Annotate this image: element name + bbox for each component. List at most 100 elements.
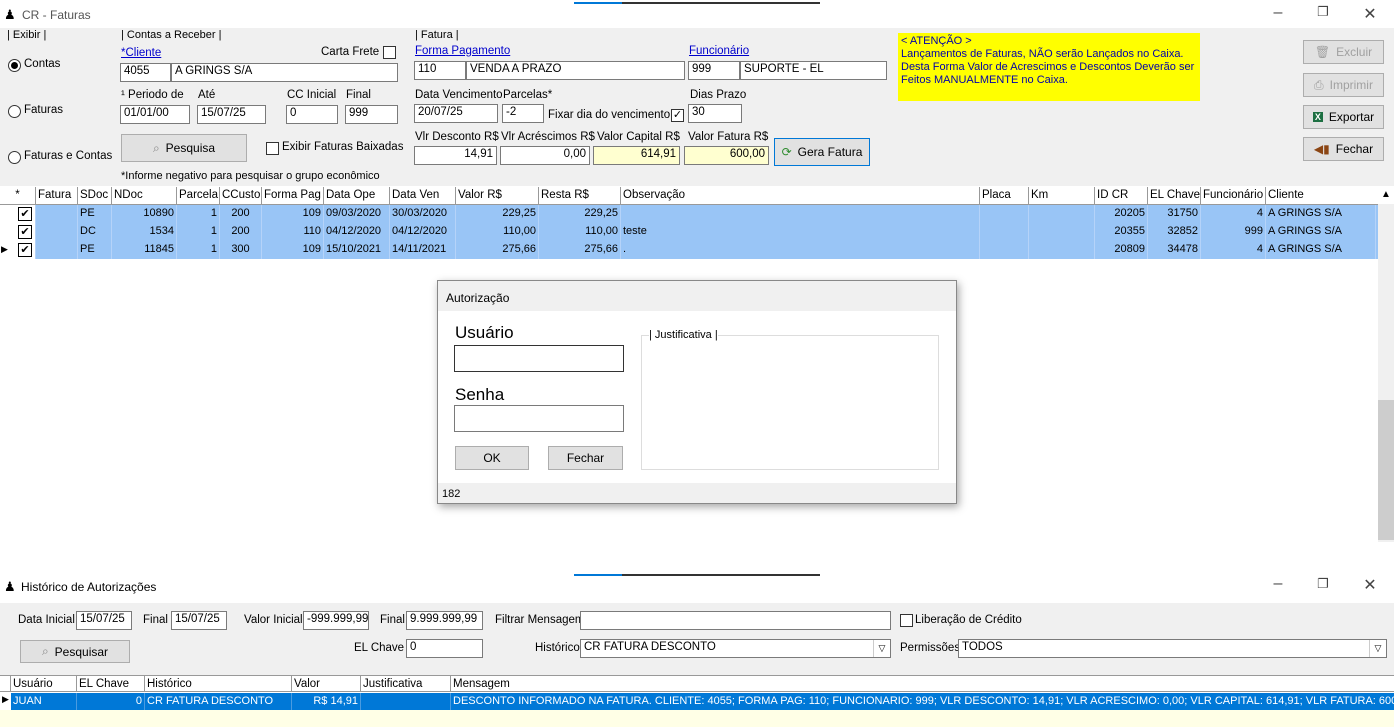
senha-input[interactable]	[454, 405, 624, 432]
col-data-ven[interactable]: Data Ven	[390, 187, 456, 204]
cc-inicial-input[interactable]: 0	[286, 105, 338, 124]
hist-permissoes-select[interactable]: TODOS ▽	[958, 639, 1387, 658]
cliente-code-input[interactable]: 4055	[120, 63, 171, 82]
col-el-chave[interactable]: EL Chave	[1148, 187, 1201, 204]
dialog-fechar-button[interactable]: Fechar	[548, 446, 623, 470]
hist-col-el-chave[interactable]: EL Chave	[77, 676, 145, 691]
exportar-button[interactable]: X Exportar	[1303, 105, 1384, 129]
row-selector[interactable]: ✔	[0, 223, 36, 241]
hist-col-usuario[interactable]: Usuário	[11, 676, 77, 691]
hist-col-mensagem[interactable]: Mensagem	[451, 676, 1394, 691]
hist-col-valor[interactable]: Valor	[292, 676, 361, 691]
hist-historico-select[interactable]: CR FATURA DESCONTO ▽	[580, 639, 891, 658]
grid-scrollbar[interactable]	[1378, 204, 1394, 542]
ok-button[interactable]: OK	[455, 446, 529, 470]
col-km[interactable]: Km	[1029, 187, 1095, 204]
table-row[interactable]: ✔ DC 1534 1 200 110 04/12/2020 04/12/2020 110,00…	[0, 223, 1378, 241]
hist-filtrar-input[interactable]	[580, 611, 891, 630]
hist-table-row[interactable]: JUAN 0 CR FATURA DESCONTO R$ 14,91 DESCO…	[11, 693, 1394, 710]
data-venc-input[interactable]: 20/07/25	[414, 104, 498, 123]
row-selector[interactable]: ✔	[0, 205, 36, 223]
forma-name-input[interactable]: VENDA A PRAZO	[466, 61, 685, 80]
col-fatura[interactable]: Fatura	[36, 187, 78, 204]
col-sdoc[interactable]: SDoc	[78, 187, 112, 204]
col-placa[interactable]: Placa	[980, 187, 1029, 204]
close-icon[interactable]: ✕	[1355, 4, 1385, 24]
table-row[interactable]: ✔ PE 10890 1 200 109 09/03/2020 30/03/2020 229,2…	[0, 205, 1378, 223]
col-funcionario[interactable]: Funcionário	[1201, 187, 1266, 204]
col-valor[interactable]: Valor R$	[456, 187, 539, 204]
cliente-link[interactable]: *Cliente	[121, 47, 161, 59]
radio-faturas-contas[interactable]	[8, 151, 21, 164]
col-cliente[interactable]: Cliente	[1266, 187, 1376, 204]
grid-scrollbar-thumb[interactable]	[1378, 400, 1394, 540]
row-selector[interactable]: ▶ ✔	[0, 241, 36, 259]
hist-filtrar-label: Filtrar Mensagem	[495, 614, 585, 626]
cliente-name-input[interactable]: A GRINGS S/A	[171, 63, 398, 82]
exibir-baixadas-checkbox[interactable]	[266, 142, 279, 155]
col-observacao[interactable]: Observação	[621, 187, 980, 204]
cc-final-input[interactable]: 999	[345, 105, 398, 124]
gera-fatura-button[interactable]: ⟳ Gera Fatura	[774, 138, 870, 166]
hist-restore-icon[interactable]: ❐	[1308, 576, 1338, 592]
col-data-ope[interactable]: Data Ope	[324, 187, 390, 204]
chevron-down-icon[interactable]: ▽	[873, 640, 890, 657]
imprimir-button[interactable]: ⎙ Imprimir	[1303, 73, 1384, 97]
func-name-input[interactable]: SUPORTE - EL	[740, 61, 887, 80]
fechar-button[interactable]: ◀▮ Fechar	[1303, 137, 1384, 161]
usuario-label: Usuário	[455, 323, 514, 342]
row-checkbox[interactable]: ✔	[18, 207, 32, 221]
hist-data-final-input[interactable]: 15/07/25	[171, 611, 227, 630]
hist-el-chave-input[interactable]: 0	[406, 639, 483, 658]
dias-prazo-input[interactable]: 30	[688, 104, 742, 123]
hist-pesquisar-button[interactable]: ⌕ Pesquisar	[20, 640, 130, 663]
hist-minimize-icon[interactable]: –	[1263, 575, 1293, 593]
col-resta[interactable]: Resta R$	[539, 187, 621, 204]
justificativa-box[interactable]	[641, 335, 939, 470]
hist-close-icon[interactable]: ✕	[1355, 575, 1385, 595]
title-accent	[574, 2, 622, 4]
exibir-baixadas-label: Exibir Faturas Baixadas	[282, 141, 404, 153]
col-ndoc[interactable]: NDoc	[112, 187, 177, 204]
col-ccusto[interactable]: CCusto	[220, 187, 262, 204]
forma-pagamento-link[interactable]: Forma Pagamento	[415, 45, 510, 57]
usuario-input[interactable]	[454, 345, 624, 372]
vlr-acrescimos-input[interactable]: 0,00	[500, 146, 590, 165]
carta-frete-checkbox[interactable]	[383, 46, 396, 59]
hist-valor-inicial-input[interactable]: -999.999,99	[303, 611, 369, 630]
ate-input[interactable]: 15/07/25	[197, 105, 266, 124]
col-star[interactable]: *	[0, 187, 36, 204]
hist-valor-final-input[interactable]: 9.999.999,99	[406, 611, 483, 630]
cell-func: 4	[1201, 241, 1266, 259]
table-row[interactable]: ▶ ✔ PE 11845 1 300 109 15/10/2021 14/11/2021 275,…	[0, 241, 1378, 259]
valor-capital-label: Valor Capital R$	[597, 131, 680, 143]
hist-col-historico[interactable]: Histórico	[145, 676, 292, 691]
restore-icon[interactable]: ❐	[1308, 4, 1338, 20]
parcelas-input[interactable]: -2	[502, 104, 544, 123]
chevron-down-icon[interactable]: ▽	[1369, 640, 1386, 657]
col-parcela[interactable]: Parcela	[177, 187, 220, 204]
hist-data-inicial-input[interactable]: 15/07/25	[76, 611, 132, 630]
col-id-cr[interactable]: ID CR	[1095, 187, 1148, 204]
forma-code-input[interactable]: 110	[414, 61, 466, 80]
exibir-group-label: | Exibir |	[7, 29, 47, 41]
radio-contas[interactable]	[8, 59, 21, 72]
hist-liberacao-checkbox[interactable]	[900, 614, 913, 627]
hist-title-accent	[574, 574, 622, 576]
minimize-icon[interactable]: –	[1263, 4, 1293, 22]
cliente-hint: *Informe negativo para pesquisar o grupo…	[121, 170, 380, 182]
funcionario-link[interactable]: Funcionário	[689, 45, 749, 57]
excluir-button[interactable]: 🗑 Excluir	[1303, 40, 1384, 64]
hist-col-justificativa[interactable]: Justificativa	[361, 676, 451, 691]
vlr-desconto-input[interactable]: 14,91	[414, 146, 497, 165]
func-code-input[interactable]: 999	[688, 61, 740, 80]
radio-faturas[interactable]	[8, 105, 21, 118]
row-checkbox[interactable]: ✔	[18, 243, 32, 257]
fixar-checkbox[interactable]: ✓	[671, 109, 684, 122]
scroll-up-icon[interactable]: ▲	[1381, 189, 1391, 200]
row-checkbox[interactable]: ✔	[18, 225, 32, 239]
col-forma-pag[interactable]: Forma Pag	[262, 187, 324, 204]
data-venc-label: Data Vencimento	[415, 89, 503, 101]
pesquisa-button[interactable]: ⌕ Pesquisa	[121, 134, 247, 162]
periodo-de-input[interactable]: 01/01/00	[120, 105, 190, 124]
